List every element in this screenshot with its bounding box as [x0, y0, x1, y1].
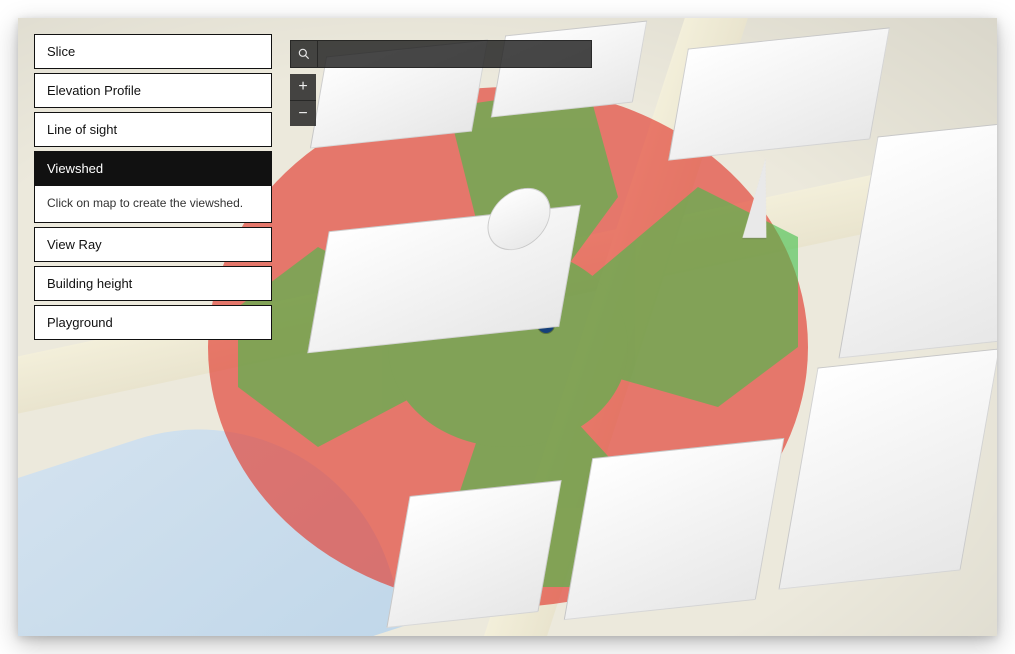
- zoom-control: + −: [290, 74, 316, 126]
- building: [838, 119, 997, 358]
- search-box[interactable]: [290, 40, 592, 68]
- search-icon[interactable]: [291, 41, 318, 67]
- zoom-out-button[interactable]: −: [290, 100, 316, 126]
- search-input[interactable]: [318, 42, 591, 66]
- tool-item-view-ray: View Ray: [34, 227, 272, 262]
- plus-icon: +: [298, 79, 307, 95]
- tool-header-building-height[interactable]: Building height: [35, 267, 271, 300]
- zoom-in-button[interactable]: +: [290, 74, 316, 100]
- tool-header-view-ray[interactable]: View Ray: [35, 228, 271, 261]
- tool-item-viewshed: Viewshed Click on map to create the view…: [34, 151, 272, 223]
- tool-item-building-height: Building height: [34, 266, 272, 301]
- tool-body-viewshed: Click on map to create the viewshed.: [35, 185, 271, 222]
- water: [18, 377, 408, 636]
- building: [386, 480, 561, 628]
- tool-header-elevation-profile[interactable]: Elevation Profile: [35, 74, 271, 107]
- building: [564, 438, 785, 620]
- tool-item-slice: Slice: [34, 34, 272, 69]
- tool-item-line-of-sight: Line of sight: [34, 112, 272, 147]
- tool-header-line-of-sight[interactable]: Line of sight: [35, 113, 271, 146]
- tool-item-playground: Playground: [34, 305, 272, 340]
- tool-panel: Slice Elevation Profile Line of sight Vi…: [34, 34, 272, 340]
- minus-icon: −: [298, 106, 307, 122]
- tool-item-elevation-profile: Elevation Profile: [34, 73, 272, 108]
- building: [778, 348, 997, 589]
- map-viewport[interactable]: + − Slice Elevation Profile Line of sigh…: [18, 18, 997, 636]
- map-controls: + −: [290, 40, 592, 126]
- app-frame: + − Slice Elevation Profile Line of sigh…: [0, 0, 1015, 654]
- building: [668, 27, 890, 160]
- tool-header-viewshed[interactable]: Viewshed: [35, 152, 271, 185]
- tool-header-playground[interactable]: Playground: [35, 306, 271, 339]
- tool-header-slice[interactable]: Slice: [35, 35, 271, 68]
